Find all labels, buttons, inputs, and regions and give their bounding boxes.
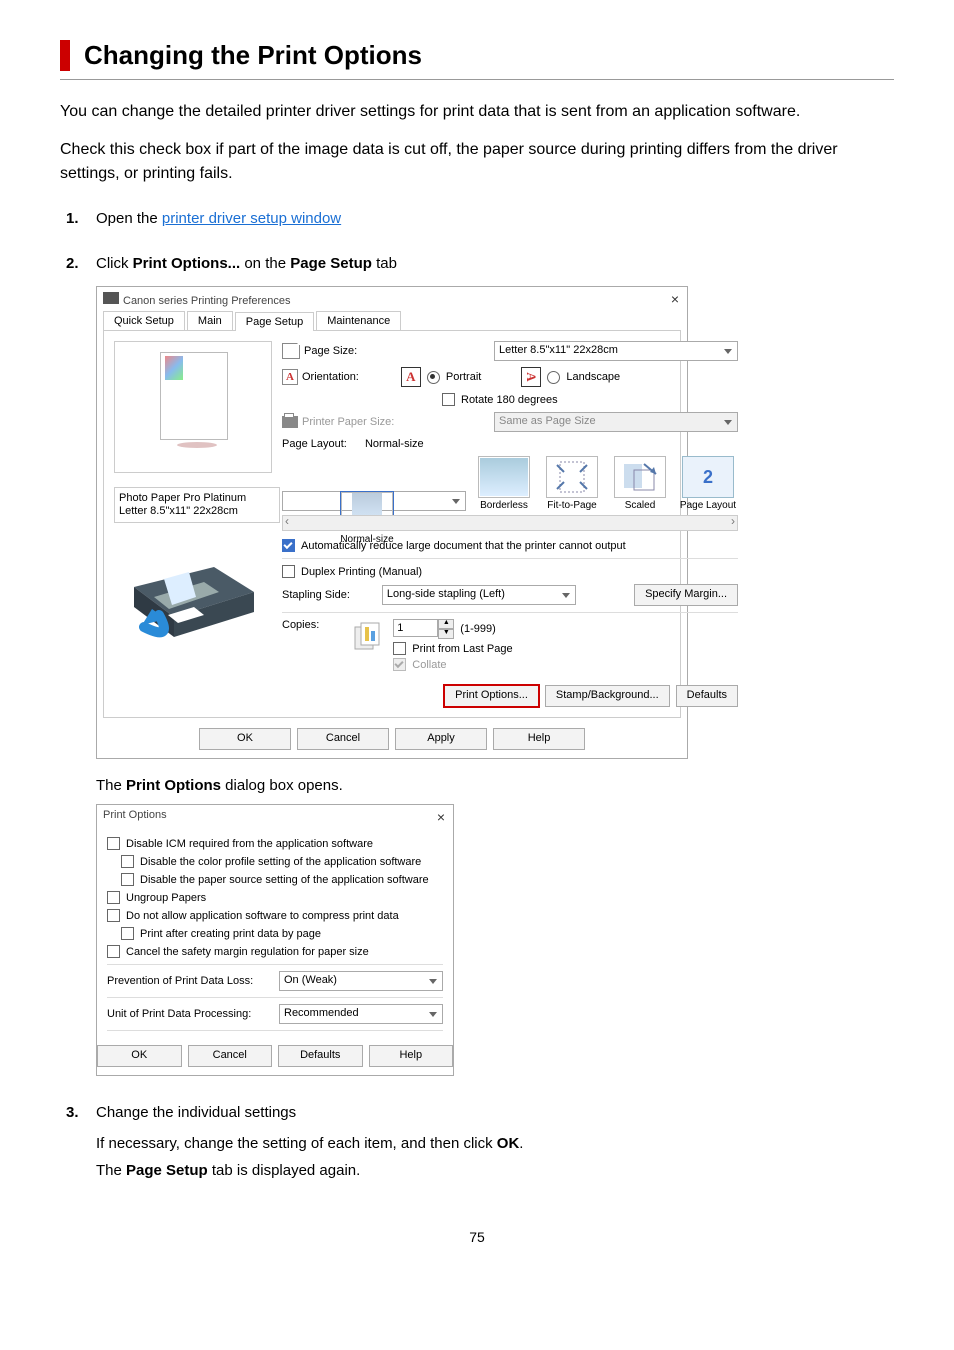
layout-value: Normal-size [365, 438, 424, 450]
stapling-select[interactable]: Long-side stapling (Left) [382, 585, 576, 605]
close-icon[interactable]: × [437, 809, 445, 825]
po-title: Print Options [103, 809, 167, 825]
po-unit-label: Unit of Print Data Processing: [107, 1008, 251, 1020]
po-label-1: Disable the color profile setting of the… [140, 856, 421, 868]
po-check-5[interactable] [121, 927, 134, 940]
copies-label: Copies: [282, 619, 319, 631]
auto-reduce-checkbox[interactable] [282, 539, 295, 552]
printer-paper-label: Printer Paper Size: [302, 416, 394, 428]
po-check-2[interactable] [121, 873, 134, 886]
printer-paper-select: Same as Page Size [494, 412, 738, 432]
page-title: Changing the Print Options [84, 40, 894, 71]
print-last-label: Print from Last Page [412, 643, 512, 655]
preview-caption: Photo Paper Pro Platinum Letter 8.5"x11"… [114, 487, 280, 523]
layout-thumbs: Normal-size Borderless Fit-to-Page Scale… [282, 456, 738, 511]
page-setup-dialog: Canon series Printing Preferences × Quic… [96, 286, 688, 759]
portrait-radio[interactable] [427, 371, 440, 384]
stapling-label: Stapling Side: [282, 589, 350, 601]
tab-quick-setup[interactable]: Quick Setup [103, 311, 185, 330]
intro-1: You can change the detailed printer driv… [60, 100, 894, 124]
printer-icon [103, 292, 119, 304]
page-icon [282, 343, 300, 359]
spin-up[interactable]: ▲ [438, 619, 454, 629]
apply-button[interactable]: Apply [395, 728, 487, 750]
page-size-select[interactable]: Letter 8.5"x11" 22x28cm [494, 341, 738, 361]
po-check-6[interactable] [107, 945, 120, 958]
orientation-mini-icon: A [282, 369, 298, 385]
layout-scroll[interactable] [282, 515, 738, 531]
step-1: Open the printer driver setup window [96, 210, 894, 227]
po-check-1[interactable] [121, 855, 134, 868]
po-prevention-select[interactable]: On (Weak) [279, 971, 443, 991]
po-prevention-label: Prevention of Print Data Loss: [107, 975, 253, 987]
po-check-4[interactable] [107, 909, 120, 922]
tab-maintenance[interactable]: Maintenance [316, 311, 401, 330]
thumb-borderless[interactable]: Borderless [474, 456, 534, 511]
portrait-label: Portrait [446, 371, 481, 383]
rotate-label: Rotate 180 degrees [461, 394, 558, 406]
page-preview [114, 341, 272, 473]
copies-icon [351, 619, 387, 655]
spin-down[interactable]: ▼ [438, 629, 454, 639]
printer-driver-setup-link[interactable]: printer driver setup window [162, 210, 341, 227]
help-button[interactable]: Help [493, 728, 585, 750]
duplex-checkbox[interactable] [282, 565, 295, 578]
page-size-label: Page Size: [304, 345, 357, 357]
po-label-4: Do not allow application software to com… [126, 910, 399, 922]
po-cancel-button[interactable]: Cancel [188, 1045, 273, 1067]
duplex-label: Duplex Printing (Manual) [301, 566, 422, 578]
step-2: Click Print Options... on the Page Setup… [96, 255, 894, 272]
printer-paper-icon [282, 416, 298, 428]
thumb-page-layout[interactable]: 2Page Layout [678, 456, 738, 511]
landscape-label: Landscape [566, 371, 620, 383]
cancel-button[interactable]: Cancel [297, 728, 389, 750]
thumb-normal[interactable]: Normal-size [282, 491, 466, 511]
specify-margin-button[interactable]: Specify Margin... [634, 584, 738, 606]
print-options-button[interactable]: Print Options... [444, 685, 539, 707]
po-label-6: Cancel the safety margin regulation for … [126, 946, 369, 958]
print-options-dialog: Print Options × Disable ICM required fro… [96, 804, 454, 1076]
page-number: 75 [60, 1229, 894, 1245]
po-label-5: Print after creating print data by page [140, 928, 321, 940]
thumb-fit[interactable]: Fit-to-Page [542, 456, 602, 511]
tab-page-setup[interactable]: Page Setup [235, 312, 315, 331]
po-label-3: Ungroup Papers [126, 892, 206, 904]
printer-illustration [114, 537, 270, 647]
po-unit-select[interactable]: Recommended [279, 1004, 443, 1024]
dialog-title: Canon series Printing Preferences [103, 292, 291, 307]
rotate-checkbox[interactable] [442, 393, 455, 406]
print-last-checkbox[interactable] [393, 642, 406, 655]
collate-label: Collate [412, 659, 446, 671]
collate-checkbox [393, 658, 406, 671]
step-3-line1: If necessary, change the setting of each… [96, 1135, 894, 1152]
step-1-text: Open the [96, 210, 162, 227]
layout-label: Page Layout: [282, 438, 347, 450]
po-label-0: Disable ICM required from the applicatio… [126, 838, 373, 850]
portrait-icon: A [401, 367, 421, 387]
step-2-after: The Print Options dialog box opens. [96, 777, 894, 794]
defaults-button[interactable]: Defaults [676, 685, 738, 707]
po-ok-button[interactable]: OK [97, 1045, 182, 1067]
po-defaults-button[interactable]: Defaults [278, 1045, 363, 1067]
ok-button[interactable]: OK [199, 728, 291, 750]
divider [60, 79, 894, 80]
intro-2: Check this check box if part of the imag… [60, 138, 894, 186]
copies-stepper[interactable]: ▲▼ [393, 619, 454, 639]
stamp-background-button[interactable]: Stamp/Background... [545, 685, 670, 707]
po-check-3[interactable] [107, 891, 120, 904]
close-icon[interactable]: × [671, 291, 679, 307]
copies-range: (1-999) [460, 623, 495, 635]
step-3-title: Change the individual settings [96, 1104, 894, 1121]
po-label-2: Disable the paper source setting of the … [140, 874, 429, 886]
step-3-line2: The Page Setup tab is displayed again. [96, 1162, 894, 1179]
landscape-icon: A [521, 367, 541, 387]
po-help-button[interactable]: Help [369, 1045, 454, 1067]
copies-input[interactable] [393, 619, 438, 637]
tab-main[interactable]: Main [187, 311, 233, 330]
thumb-scaled[interactable]: Scaled [610, 456, 670, 511]
po-check-0[interactable] [107, 837, 120, 850]
landscape-radio[interactable] [547, 371, 560, 384]
orientation-label: Orientation: [302, 371, 359, 383]
